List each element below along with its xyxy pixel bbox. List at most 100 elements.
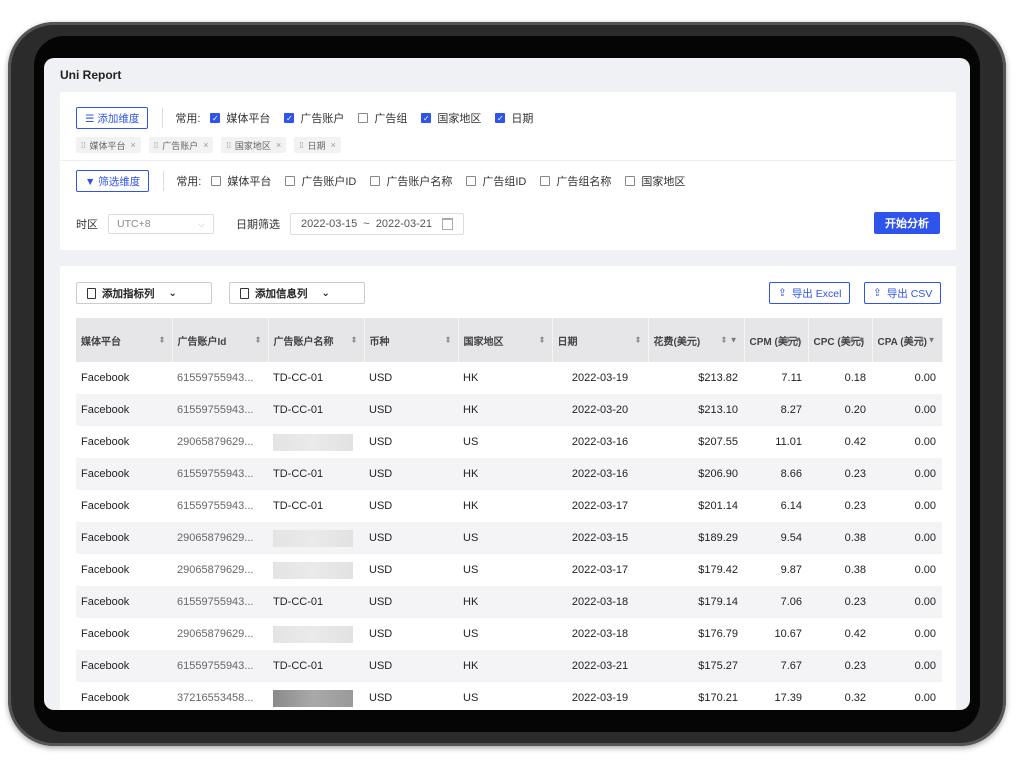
dimension-tag[interactable]: ⁞⁞ 媒体平台 ×: [76, 137, 141, 153]
close-icon[interactable]: ×: [331, 140, 336, 150]
start-analysis-button[interactable]: 开始分析: [874, 212, 940, 234]
table-cell: USD: [364, 394, 458, 426]
timezone-value: UTC+8: [117, 218, 151, 230]
filter-dimension-button[interactable]: ▼ 筛选维度: [76, 170, 150, 192]
column-header[interactable]: 日期 ⇕: [552, 318, 649, 362]
table-cell: 29065879629...: [177, 564, 254, 576]
dimension-option[interactable]: ✓ 日期: [495, 110, 533, 126]
export-csv-button[interactable]: ⇪ 导出 CSV: [864, 282, 942, 304]
add-dimension-button[interactable]: ☰ 添加维度: [76, 107, 149, 129]
filter-option[interactable]: 广告组ID: [466, 173, 526, 189]
table-cell: Facebook: [76, 650, 172, 682]
filter-option-label: 广告组ID: [482, 176, 527, 188]
dimension-option[interactable]: ✓ 广告账户: [284, 110, 344, 126]
table-cell: 61559755943...: [172, 586, 268, 618]
checkbox-checked[interactable]: ✓: [210, 113, 221, 123]
drag-handle-icon[interactable]: ⁞⁞: [81, 141, 85, 150]
table-cell: 0.23: [808, 650, 872, 682]
table-row[interactable]: Facebook 29065879629... USD US 2022-03-15 $18…: [76, 522, 942, 554]
table-cell: Facebook: [76, 586, 172, 618]
add-info-column-button[interactable]: 添加信息列 ⌄: [229, 282, 365, 304]
add-metric-column-button[interactable]: 添加指标列 ⌄: [76, 282, 212, 304]
table-cell: 61559755943...: [177, 500, 254, 512]
sort-icon[interactable]: ⇕: [159, 336, 166, 345]
table-cell: 8.27: [744, 394, 808, 426]
checkbox-checked[interactable]: ✓: [421, 113, 432, 123]
dimension-tag[interactable]: ⁞⁞ 国家地区 ×: [221, 137, 287, 153]
table-row[interactable]: Facebook 29065879629... USD US 2022-03-18 $17…: [76, 618, 942, 650]
dimension-option[interactable]: 广告组: [358, 110, 407, 126]
close-icon[interactable]: ×: [276, 140, 281, 150]
filter-option[interactable]: 媒体平台: [211, 173, 271, 189]
table-cell: US: [458, 522, 552, 554]
table-row[interactable]: Facebook 61559755943... TD-CC-01 USD HK 2022-…: [76, 650, 942, 682]
sort-icon[interactable]: ⇕: [539, 336, 546, 345]
checkbox[interactable]: [466, 176, 477, 186]
table-cell: HK: [458, 458, 552, 490]
column-header[interactable]: 花费(美元) ⇕ ▼: [648, 318, 745, 362]
table-row[interactable]: Facebook 61559755943... TD-CC-01 USD HK 2022-…: [76, 490, 942, 522]
chevron-down-icon: ⌵: [198, 218, 205, 229]
table-cell: 2022-03-19: [571, 692, 629, 704]
redacted-value: [273, 561, 353, 579]
table-cell: $176.79: [698, 628, 738, 640]
sort-icon[interactable]: ⇕: [255, 336, 262, 345]
sort-icon[interactable]: ⇕: [445, 336, 452, 345]
table-row[interactable]: Facebook 61559755943... TD-CC-01 USD HK 2022-…: [76, 394, 942, 426]
column-header[interactable]: 币种 ⇕: [364, 318, 459, 362]
sort-filter-icon[interactable]: ⇕ ▼: [721, 336, 738, 345]
table-row[interactable]: Facebook 29065879629... USD US 2022-03-17 $17…: [76, 554, 942, 586]
date-range-picker[interactable]: 2022-03-15 ~ 2022-03-21: [290, 213, 464, 235]
table-cell: $189.29: [648, 522, 744, 554]
column-header[interactable]: CPC (美元) ⇕ ▼: [808, 318, 873, 362]
upload-icon: ⇪: [873, 287, 882, 299]
filter-option[interactable]: 广告组名称: [540, 173, 611, 189]
export-excel-button[interactable]: ⇪ 导出 Excel: [769, 282, 851, 304]
table-cell: 29065879629...: [177, 628, 254, 640]
table-cell: 0.00: [872, 394, 942, 426]
drag-handle-icon[interactable]: ⁞⁞: [154, 141, 158, 150]
timezone-select[interactable]: UTC+8 ⌵: [108, 214, 214, 234]
close-icon[interactable]: ×: [203, 140, 208, 150]
checkbox[interactable]: [625, 176, 636, 186]
sort-filter-icon[interactable]: ⇕ ▼: [849, 336, 866, 345]
table-cell: HK: [463, 500, 479, 512]
checkbox[interactable]: [540, 176, 551, 186]
checkbox[interactable]: [358, 113, 369, 123]
checkbox[interactable]: [370, 176, 381, 186]
table-row[interactable]: Facebook 61559755943... TD-CC-01 USD HK 2022-…: [76, 458, 942, 490]
filter-option[interactable]: 广告账户ID: [285, 173, 356, 189]
table-cell: $207.55: [698, 436, 738, 448]
column-header[interactable]: 媒体平台 ⇕: [76, 318, 173, 362]
sort-icon[interactable]: ⇕: [351, 336, 358, 345]
table-row[interactable]: Facebook 29065879629... USD US 2022-03-16 $20…: [76, 426, 942, 458]
column-header[interactable]: 国家地区 ⇕: [458, 318, 553, 362]
drag-handle-icon[interactable]: ⁞⁞: [226, 141, 230, 150]
dimension-tag[interactable]: ⁞⁞ 广告账户 ×: [148, 137, 214, 153]
dimension-option[interactable]: ✓ 国家地区: [421, 110, 481, 126]
table-cell: $175.27: [648, 650, 744, 682]
checkbox[interactable]: [285, 176, 296, 186]
sort-filter-icon[interactable]: ⇕ ▼: [785, 336, 802, 345]
column-header[interactable]: CPM (美元) ⇕ ▼: [744, 318, 809, 362]
filter-option[interactable]: 国家地区: [625, 173, 685, 189]
column-header[interactable]: 广告账户Id ⇕: [172, 318, 269, 362]
sort-icon[interactable]: ⇕: [635, 336, 642, 345]
table-row[interactable]: Facebook 37216553458... USD US 2022-03-19 $17…: [76, 682, 942, 710]
filter-option[interactable]: 广告账户名称: [370, 173, 452, 189]
column-header[interactable]: CPA (美元) ⇕ ▼: [872, 318, 943, 362]
drag-handle-icon[interactable]: ⁞⁞: [299, 141, 303, 150]
table-cell: TD-CC-01: [268, 650, 364, 682]
table-cell: 2022-03-19: [571, 372, 629, 384]
app-screen: Uni Report ☰ 添加维度 常用: ✓ 媒体平台 ✓ 广告账户 广告组 ✓ 国家地区…: [44, 58, 970, 710]
column-header[interactable]: 广告账户名称 ⇕: [268, 318, 365, 362]
table-row[interactable]: Facebook 61559755943... TD-CC-01 USD HK 2022-…: [76, 362, 942, 394]
dimension-option[interactable]: ✓ 媒体平台: [210, 110, 270, 126]
close-icon[interactable]: ×: [130, 140, 135, 150]
table-row[interactable]: Facebook 61559755943... TD-CC-01 USD HK 2022-…: [76, 586, 942, 618]
checkbox[interactable]: [211, 176, 222, 186]
checkbox-checked[interactable]: ✓: [284, 113, 295, 123]
dimension-tag[interactable]: ⁞⁞ 日期 ×: [294, 137, 341, 153]
checkbox-checked[interactable]: ✓: [495, 113, 506, 123]
sort-filter-icon[interactable]: ⇕ ▼: [919, 336, 936, 345]
